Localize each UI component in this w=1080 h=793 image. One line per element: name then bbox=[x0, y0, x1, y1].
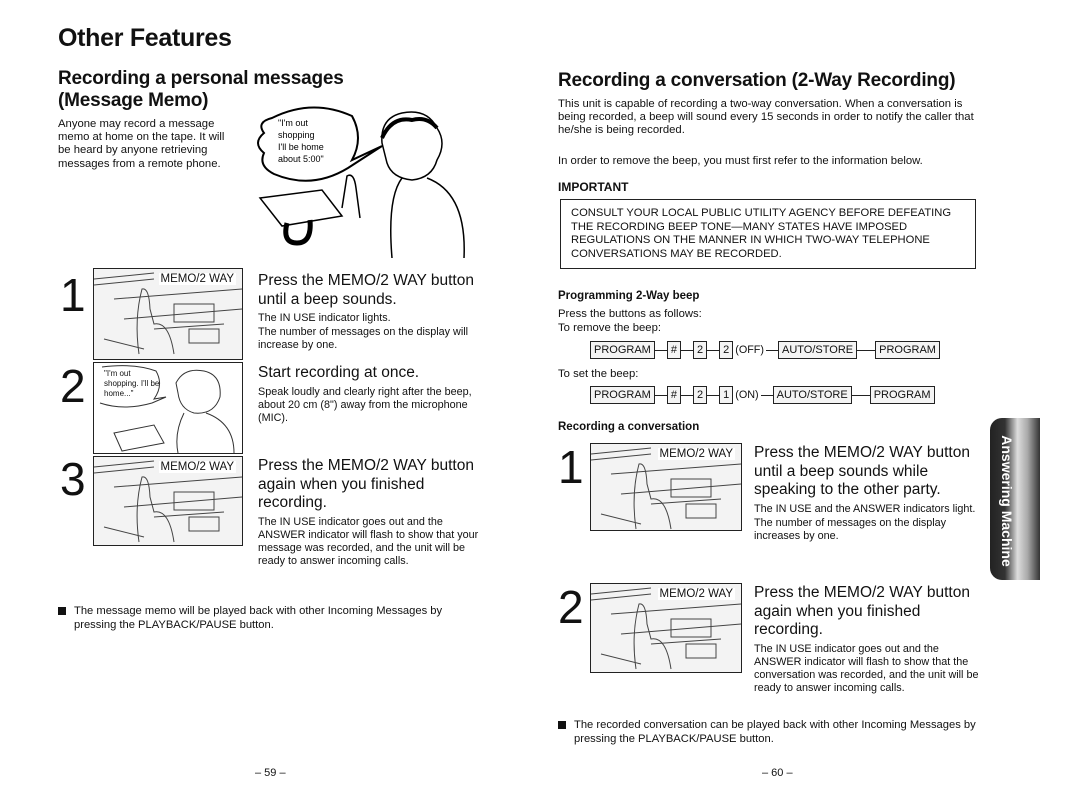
step-body-line: Speak loudly and clearly right after the… bbox=[258, 385, 472, 424]
bullet-note: The recorded conversation can be played … bbox=[558, 718, 988, 746]
memo-button-illustration: MEMO/2 WAY bbox=[590, 583, 742, 673]
step-1-text: Press the MEMO/2 WAY button until a beep… bbox=[258, 272, 483, 352]
section-title-2way: Recording a conversation (2-Way Recordin… bbox=[558, 70, 956, 91]
page-number-left: – 59 – bbox=[255, 767, 286, 779]
bullet-square-icon bbox=[558, 721, 566, 729]
step-heading: Press the MEMO/2 WAY button again when y… bbox=[258, 457, 474, 511]
panel-label: MEMO/2 WAY bbox=[158, 273, 236, 285]
step-body-line: The IN USE and the ANSWER indicators lig… bbox=[754, 502, 976, 515]
svg-text:about 5:00": about 5:00" bbox=[278, 154, 324, 164]
recording-title: Recording a conversation bbox=[558, 421, 700, 433]
bullet-note-text: The message memo will be played back wit… bbox=[74, 605, 443, 631]
key-program[interactable]: PROGRAM bbox=[590, 386, 655, 404]
key-hash[interactable]: # bbox=[666, 341, 681, 359]
key-2[interactable]: 2 bbox=[692, 341, 708, 359]
important-box: CONSULT YOUR LOCAL PUBLIC UTILITY AGENCY… bbox=[560, 199, 976, 269]
woman-drawing-icon: "I'm out shopping I'll be home about 5:0… bbox=[257, 106, 465, 259]
remove-beep-label: To remove the beep: bbox=[558, 322, 661, 334]
side-tab-label: Answering Machine bbox=[999, 435, 1015, 567]
svg-text:I'll be home: I'll be home bbox=[278, 142, 324, 152]
important-label: IMPORTANT bbox=[558, 180, 629, 194]
woman-speaking-illustration: "I'm out shopping. I'll be home..." bbox=[93, 362, 243, 454]
intro-text: This unit is capable of recording a two-… bbox=[558, 98, 974, 137]
step-heading: Press the MEMO/2 WAY button again when y… bbox=[754, 584, 970, 638]
panel-label: MEMO/2 WAY bbox=[657, 448, 735, 460]
bullet-note: The message memo will be played back wit… bbox=[58, 604, 478, 632]
set-beep-label: To set the beep: bbox=[558, 368, 639, 380]
side-tab: Answering Machine bbox=[990, 418, 1040, 580]
programming-title: Programming 2-Way beep bbox=[558, 290, 700, 302]
step-1-text: Press the MEMO/2 WAY button until a beep… bbox=[754, 444, 984, 543]
step-body-line: The IN USE indicator lights. bbox=[258, 312, 391, 324]
step-number: 3 bbox=[60, 453, 86, 505]
memo-button-illustration: MEMO/2 WAY bbox=[590, 443, 742, 531]
step-number: 2 bbox=[558, 581, 584, 633]
step-body-line: The number of messages on the display in… bbox=[754, 516, 947, 542]
page-number-right: – 60 – bbox=[762, 767, 793, 779]
bullet-note-text: The recorded conversation can be played … bbox=[574, 719, 976, 745]
page-title: Other Features bbox=[58, 24, 232, 52]
step-body-line: The number of messages on the display wi… bbox=[258, 326, 469, 351]
key-auto-store[interactable]: AUTO/STORE bbox=[772, 386, 852, 404]
key-program[interactable]: PROGRAM bbox=[869, 386, 935, 404]
panel-label: MEMO/2 WAY bbox=[158, 461, 236, 473]
step-number: 1 bbox=[60, 269, 86, 321]
memo-button-illustration: MEMO/2 WAY bbox=[93, 456, 243, 546]
section-title-line1: Recording a personal messages bbox=[58, 68, 344, 89]
memo-button-illustration: MEMO/2 WAY bbox=[93, 268, 243, 360]
off-note: (OFF) bbox=[735, 344, 764, 356]
key-program[interactable]: PROGRAM bbox=[875, 341, 940, 359]
step-number: 2 bbox=[60, 360, 86, 412]
intro-text: Anyone may record a message memo at home… bbox=[58, 118, 225, 170]
key-2[interactable]: 2 bbox=[692, 386, 708, 404]
step-heading: Press the MEMO/2 WAY button until a beep… bbox=[754, 444, 970, 498]
panel-label: MEMO/2 WAY bbox=[657, 588, 735, 600]
key-2[interactable]: 2 bbox=[719, 341, 734, 359]
key-program[interactable]: PROGRAM bbox=[590, 341, 655, 359]
key-hash[interactable]: # bbox=[666, 386, 681, 404]
woman-illustration: "I'm out shopping I'll be home about 5:0… bbox=[252, 98, 472, 259]
step-body-line: The IN USE indicator goes out and the AN… bbox=[754, 642, 979, 694]
step-2-text: Press the MEMO/2 WAY button again when y… bbox=[754, 584, 984, 695]
step-number: 1 bbox=[558, 441, 584, 493]
bullet-square-icon bbox=[58, 607, 66, 615]
remove-beep-sequence: PROGRAM # 2 2 (OFF) AUTO/STORE PROGRAM bbox=[590, 341, 940, 359]
on-note: (ON) bbox=[735, 389, 759, 401]
step-3-text: Press the MEMO/2 WAY button again when y… bbox=[258, 457, 483, 568]
svg-text:"I'm out: "I'm out bbox=[278, 118, 308, 128]
key-1[interactable]: 1 bbox=[719, 386, 734, 404]
step-2-text: Start recording at once. Speak loudly an… bbox=[258, 364, 483, 425]
step-heading: Start recording at once. bbox=[258, 364, 420, 381]
intro-text-2: In order to remove the beep, you must fi… bbox=[558, 155, 923, 167]
section-title-line2: (Message Memo) bbox=[58, 90, 209, 111]
step-body-line: The IN USE indicator goes out and the AN… bbox=[258, 515, 479, 567]
step-heading: Press the MEMO/2 WAY button until a beep… bbox=[258, 272, 474, 308]
speech-bubble-text: "I'm out shopping. I'll be home..." bbox=[104, 369, 160, 398]
svg-text:shopping: shopping bbox=[278, 130, 315, 140]
key-auto-store[interactable]: AUTO/STORE bbox=[778, 341, 858, 359]
set-beep-sequence: PROGRAM # 2 1 (ON) AUTO/STORE PROGRAM bbox=[590, 386, 935, 404]
programming-intro: Press the buttons as follows: bbox=[558, 308, 702, 320]
